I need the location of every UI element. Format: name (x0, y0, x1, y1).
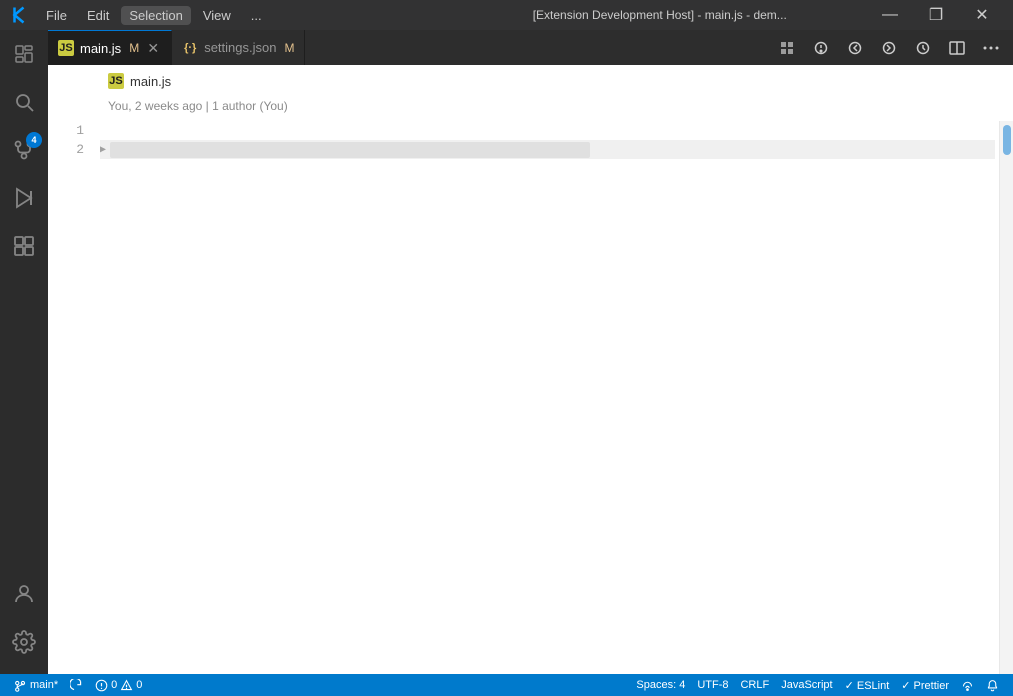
navigate-forward-button[interactable] (875, 35, 903, 61)
git-branch-icon (14, 679, 27, 692)
status-bar: main* 0 0 Spaces: 4 UTF-8 CRLF JavaScrip… (0, 674, 1013, 696)
activity-bottom (0, 570, 48, 674)
sync-icon (70, 679, 83, 692)
status-errors[interactable]: 0 0 (89, 674, 148, 696)
editor-file-header: JS main.js (48, 65, 1013, 97)
menu-file[interactable]: File (38, 6, 75, 25)
menu-more[interactable]: ... (243, 6, 270, 25)
split-editor-button[interactable] (943, 35, 971, 61)
eslint-label: ✓ ESLint (845, 679, 890, 692)
code-line-2: ▶ (100, 140, 995, 159)
file-meta: You, 2 weeks ago | 1 author (You) (48, 97, 1013, 121)
eol-label: CRLF (740, 679, 769, 691)
status-encoding[interactable]: UTF-8 (691, 674, 734, 696)
warning-count: 0 (136, 679, 142, 691)
activity-accounts[interactable] (0, 570, 48, 618)
tab-settings-json-label: settings.json (204, 40, 276, 55)
tab-settings-json[interactable]: {·} settings.json M (172, 30, 305, 65)
editor-area: JS main.js M ✕ {·} settings.json M (48, 30, 1013, 674)
tab-main-js-close[interactable]: ✕ (145, 40, 161, 56)
bell-icon (986, 679, 999, 692)
tab-settings-json-modified: M (284, 41, 294, 55)
status-branch[interactable]: main* (8, 674, 64, 696)
timeline-button[interactable] (909, 35, 937, 61)
status-language[interactable]: JavaScript (775, 674, 838, 696)
menu-selection[interactable]: Selection (121, 6, 190, 25)
tab-main-js-label: main.js (80, 41, 121, 56)
spaces-label: Spaces: 4 (636, 679, 685, 691)
minimize-button[interactable]: — (867, 0, 913, 30)
activity-run[interactable] (0, 174, 48, 222)
maximize-button[interactable]: ❐ (913, 0, 959, 30)
encoding-label: UTF-8 (697, 679, 728, 691)
prettier-label: ✓ Prettier (901, 679, 949, 692)
error-icon (95, 679, 108, 692)
tab-main-js-modified: M (129, 41, 139, 55)
status-eslint[interactable]: ✓ ESLint (839, 674, 896, 696)
branch-name: main* (30, 679, 58, 691)
main-layout: 4 (0, 30, 1013, 674)
scrollbar-thumb (1003, 125, 1011, 155)
more-actions-button[interactable] (977, 35, 1005, 61)
editor-wrapper: JS main.js You, 2 weeks ago | 1 author (… (48, 65, 1013, 674)
status-broadcast[interactable] (955, 674, 980, 696)
error-count: 0 (111, 679, 117, 691)
activity-extensions[interactable] (0, 222, 48, 270)
menu-bar: File Edit Selection View ... (38, 6, 453, 25)
file-header-title: main.js (130, 74, 171, 89)
activity-explorer[interactable] (0, 30, 48, 78)
titlebar: File Edit Selection View ... [Extension … (0, 0, 1013, 30)
code-line-1 (100, 121, 995, 140)
activity-source-control[interactable]: 4 (0, 126, 48, 174)
editor-scrollbar[interactable] (999, 121, 1013, 674)
line-number-1: 1 (64, 121, 84, 140)
broadcast-icon (961, 679, 974, 692)
status-eol[interactable]: CRLF (734, 674, 775, 696)
tab-bar-actions (765, 30, 1013, 65)
close-button[interactable]: ✕ (959, 0, 1005, 30)
line-number-2: 2 (64, 140, 84, 159)
tab-main-js[interactable]: JS main.js M ✕ (48, 30, 172, 65)
menu-view[interactable]: View (195, 6, 239, 25)
status-prettier[interactable]: ✓ Prettier (895, 674, 955, 696)
status-sync[interactable] (64, 674, 89, 696)
window-controls: — ❐ ✕ (867, 0, 1005, 30)
code-lines[interactable]: ▶ (96, 121, 999, 674)
language-label: JavaScript (781, 679, 832, 691)
status-bell[interactable] (980, 674, 1005, 696)
tab-bar: JS main.js M ✕ {·} settings.json M (48, 30, 1013, 65)
toggle-references-button[interactable] (773, 35, 801, 61)
window-title: [Extension Development Host] - main.js -… (453, 8, 868, 22)
source-control-badge: 4 (26, 132, 42, 148)
app-logo (8, 4, 30, 26)
tab-js-icon: JS (58, 40, 74, 56)
menu-edit[interactable]: Edit (79, 6, 117, 25)
file-header-icon: JS (108, 73, 124, 89)
status-spaces[interactable]: Spaces: 4 (630, 674, 691, 696)
activity-settings[interactable] (0, 618, 48, 666)
inline-chat-button[interactable] (807, 35, 835, 61)
activity-search[interactable] (0, 78, 48, 126)
tab-json-icon: {·} (182, 40, 198, 56)
fold-arrow[interactable]: ▶ (100, 144, 106, 156)
code-editor[interactable]: 1 2 ▶ (48, 121, 1013, 674)
line-numbers: 1 2 (48, 121, 96, 674)
activity-bar: 4 (0, 30, 48, 674)
warning-icon (120, 679, 133, 692)
navigate-back-button[interactable] (841, 35, 869, 61)
